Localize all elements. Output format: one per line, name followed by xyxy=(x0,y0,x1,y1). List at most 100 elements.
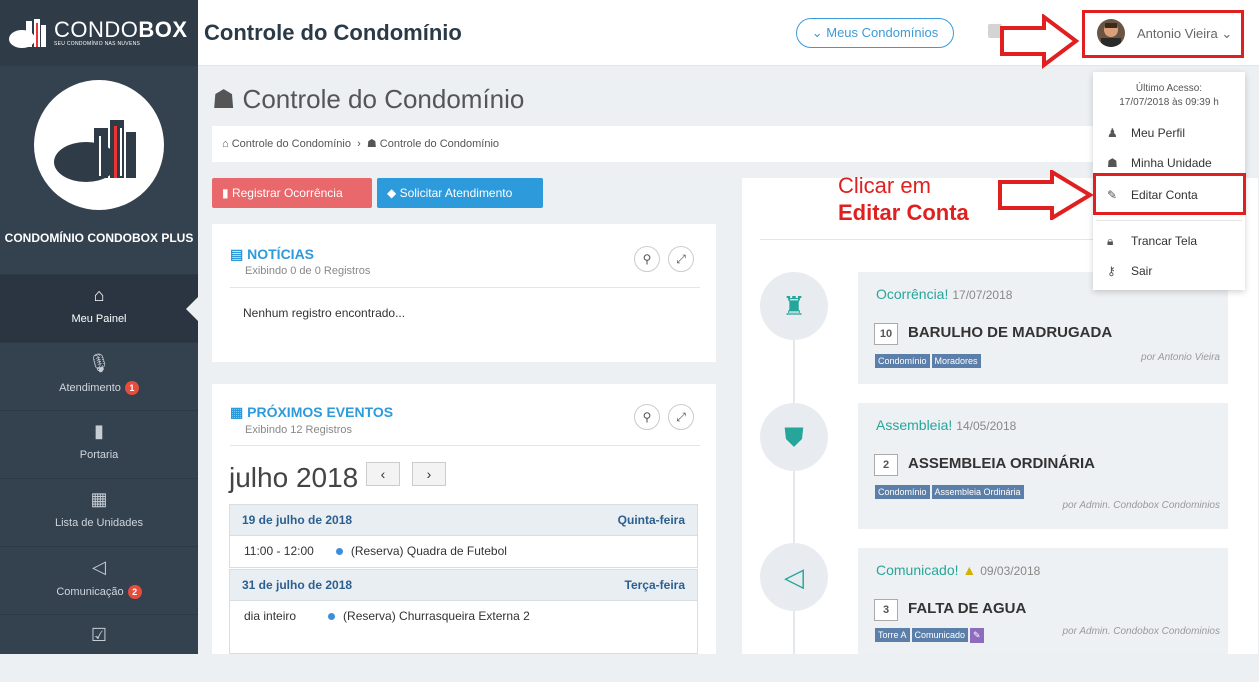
timeline-item[interactable]: Comunicado! ▲ 09/03/2018 3 FALTA DE AGUA T… xyxy=(858,548,1228,654)
chevron-down-icon: ⌄ xyxy=(811,25,827,40)
panel-title: ▦ PRÓXIMOS EVENTOS xyxy=(230,404,394,420)
door-icon: ▮ xyxy=(94,421,104,441)
menu-item-minha-unidade[interactable]: ☗ Minha Unidade xyxy=(1107,156,1212,170)
calendar-month: julho 2018 xyxy=(229,462,359,493)
shield-icon: ⛊ xyxy=(760,403,828,471)
registrar-ocorrencia-button[interactable]: ▮ Registrar Ocorrência xyxy=(212,178,372,208)
sidebar-item-comunicacao[interactable]: ◁ Comunicação 2 xyxy=(0,546,198,614)
active-indicator xyxy=(186,297,198,321)
timeline-item[interactable]: Assembleia! 14/05/2018 2 ASSEMBLEIA ORDINÁ… xyxy=(858,403,1228,529)
annotation-arrow-icon xyxy=(998,170,1094,220)
notification-badge: 1 xyxy=(124,381,139,395)
home-icon: ☗ xyxy=(212,84,243,114)
microphone-icon: 🎙 xyxy=(87,353,111,373)
button-label: Meus Condomínios xyxy=(826,25,939,40)
expand-button[interactable]: ⤢ xyxy=(668,404,694,430)
sidebar-item-atendimento[interactable]: 🎙 Atendimento 1 xyxy=(0,342,198,410)
notification-badge: 2 xyxy=(127,585,142,599)
megaphone-icon: ◁ xyxy=(760,543,828,611)
sidebar-item-label: Portaria xyxy=(79,449,119,461)
expand-button[interactable]: ⤢ xyxy=(668,246,694,272)
top-header: Controle do Condomínio ⌄ Meus Condomínio… xyxy=(198,0,1259,66)
tag-list: Torre A Comunicado ✎ xyxy=(875,625,986,643)
timeline-type: Ocorrência! 17/07/2018 xyxy=(876,286,1013,302)
expand-icon: ⤢ xyxy=(676,252,686,266)
search-icon: ⚲ xyxy=(642,410,652,424)
author: por Antonio Vieira xyxy=(1141,352,1220,363)
condo-avatar xyxy=(34,80,164,210)
sidebar-item-lista-unidades[interactable]: ▦ Lista de Unidades xyxy=(0,478,198,546)
sidebar-item-label: Comunicação xyxy=(56,586,124,598)
panel-subtitle: Exibindo 12 Registros xyxy=(245,424,353,436)
chevron-left-icon: ‹ xyxy=(380,466,386,482)
calendar-day-header: 31 de julho de 2018 Terça-feira xyxy=(229,569,698,601)
timeline-type: Assembleia! 14/05/2018 xyxy=(876,417,1017,433)
breadcrumb-item[interactable]: Controle do Condomínio xyxy=(380,138,499,150)
prev-month-button[interactable]: ‹ xyxy=(366,462,400,486)
panel-title: ▤ NOTÍCIAS xyxy=(230,246,315,262)
home-icon: ☗ xyxy=(366,138,380,150)
lock-icon: 🔒︎ xyxy=(1107,234,1114,248)
sidebar-item-portaria[interactable]: ▮ Portaria xyxy=(0,410,198,478)
annotation-arrow-icon xyxy=(1000,14,1080,69)
tag-icon: ◆ xyxy=(387,186,400,200)
timeline-subject: 3 FALTA DE AGUA xyxy=(874,598,1026,621)
home-icon: ☗ xyxy=(1107,156,1118,170)
breadcrumb: ⌂ Controle do Condomínio › ☗ Controle do… xyxy=(212,126,1242,162)
tag-list: Condomínio Moradores xyxy=(875,351,983,369)
event-dot-icon xyxy=(335,548,343,555)
event-dot-icon xyxy=(328,613,336,620)
sidebar-item-label: Meu Painel xyxy=(71,313,127,325)
breadcrumb-item[interactable]: Controle do Condomínio xyxy=(232,138,351,150)
solicitar-atendimento-button[interactable]: ◆ Solicitar Atendimento xyxy=(377,178,543,208)
sidebar-item-label: Atendimento xyxy=(59,382,121,394)
divider xyxy=(230,445,700,446)
author: por Admin. Condobox Condominios xyxy=(1062,500,1221,511)
calendar-event[interactable]: dia inteiro (Reserva) Churrasqueira Exter… xyxy=(229,601,698,654)
menu-item-meu-perfil[interactable]: ♟ Meu Perfil xyxy=(1107,126,1185,140)
menu-item-sair[interactable]: ⚷ Sair xyxy=(1107,264,1152,278)
calendar-check-icon: ☑ xyxy=(90,625,108,645)
calendar-event[interactable]: 11:00 - 12:00 (Reserva) Quadra de Futebol xyxy=(229,536,698,568)
building-icon: ▦ xyxy=(90,489,108,509)
search-icon: ⚲ xyxy=(642,252,652,266)
highlight-box xyxy=(1093,173,1246,215)
timeline-type: Comunicado! ▲ 09/03/2018 xyxy=(876,562,1041,578)
calendar-icon: ▦ xyxy=(230,404,248,420)
page-title: ☗ Controle do Condomínio xyxy=(212,84,525,114)
chevron-right-icon: › xyxy=(426,466,432,482)
divider xyxy=(230,287,700,288)
last-access: Último Acesso: 17/07/2018 às 09:39 h xyxy=(1119,83,1219,108)
newspaper-icon: ▤ xyxy=(230,246,248,262)
expand-icon: ⤢ xyxy=(676,410,686,424)
condo-logo-icon xyxy=(54,120,136,182)
panel-subtitle: Exibindo 0 de 0 Registros xyxy=(245,265,371,277)
fire-extinguisher-icon: ♜ xyxy=(760,272,828,340)
sidebar-item-label: Lista de Unidades xyxy=(54,517,144,529)
search-button[interactable]: ⚲ xyxy=(634,246,660,272)
sidebar-item-meu-painel[interactable]: ⌂ Meu Painel xyxy=(0,274,198,342)
logo[interactable]: CONDOBOX SEU CONDOMÍNIO NAS NUVENS xyxy=(0,0,198,66)
megaphone-icon: ◁ xyxy=(92,557,106,577)
condobox-logo-icon xyxy=(9,19,46,48)
annotation-text: Clicar em Editar Conta xyxy=(838,173,969,225)
meus-condominios-button[interactable]: ⌄ Meus Condomínios xyxy=(796,18,954,48)
user-menu-button[interactable]: Antonio Vieira ⌄ xyxy=(1082,10,1244,58)
tag-icon: ✎ xyxy=(970,628,984,643)
user-name: Antonio Vieira ⌄ xyxy=(1137,26,1233,41)
warning-icon: ▲ xyxy=(962,562,977,578)
home-outline-icon: ⌂ xyxy=(222,138,232,150)
user-icon: ♟ xyxy=(1107,126,1118,140)
home-icon: ⌂ xyxy=(93,285,105,305)
timeline-subject: 10 BARULHO DE MADRUGADA xyxy=(874,322,1112,345)
menu-item-trancar-tela[interactable]: 🔒︎ Trancar Tela xyxy=(1107,234,1197,249)
tag-list: Condomínio Assembleia Ordinária xyxy=(875,482,1026,500)
sidebar-item-calendario[interactable]: ☑ xyxy=(0,614,198,682)
next-month-button[interactable]: › xyxy=(412,462,446,486)
noticias-panel: ▤ NOTÍCIAS Exibindo 0 de 0 Registros ⚲ ⤢… xyxy=(212,224,716,362)
fire-extinguisher-icon: ▮ xyxy=(222,186,232,200)
brand-name: CONDOBOX xyxy=(54,17,188,42)
timeline-subject: 2 ASSEMBLEIA ORDINÁRIA xyxy=(874,453,1095,476)
search-button[interactable]: ⚲ xyxy=(634,404,660,430)
key-icon: ⚷ xyxy=(1107,264,1116,278)
